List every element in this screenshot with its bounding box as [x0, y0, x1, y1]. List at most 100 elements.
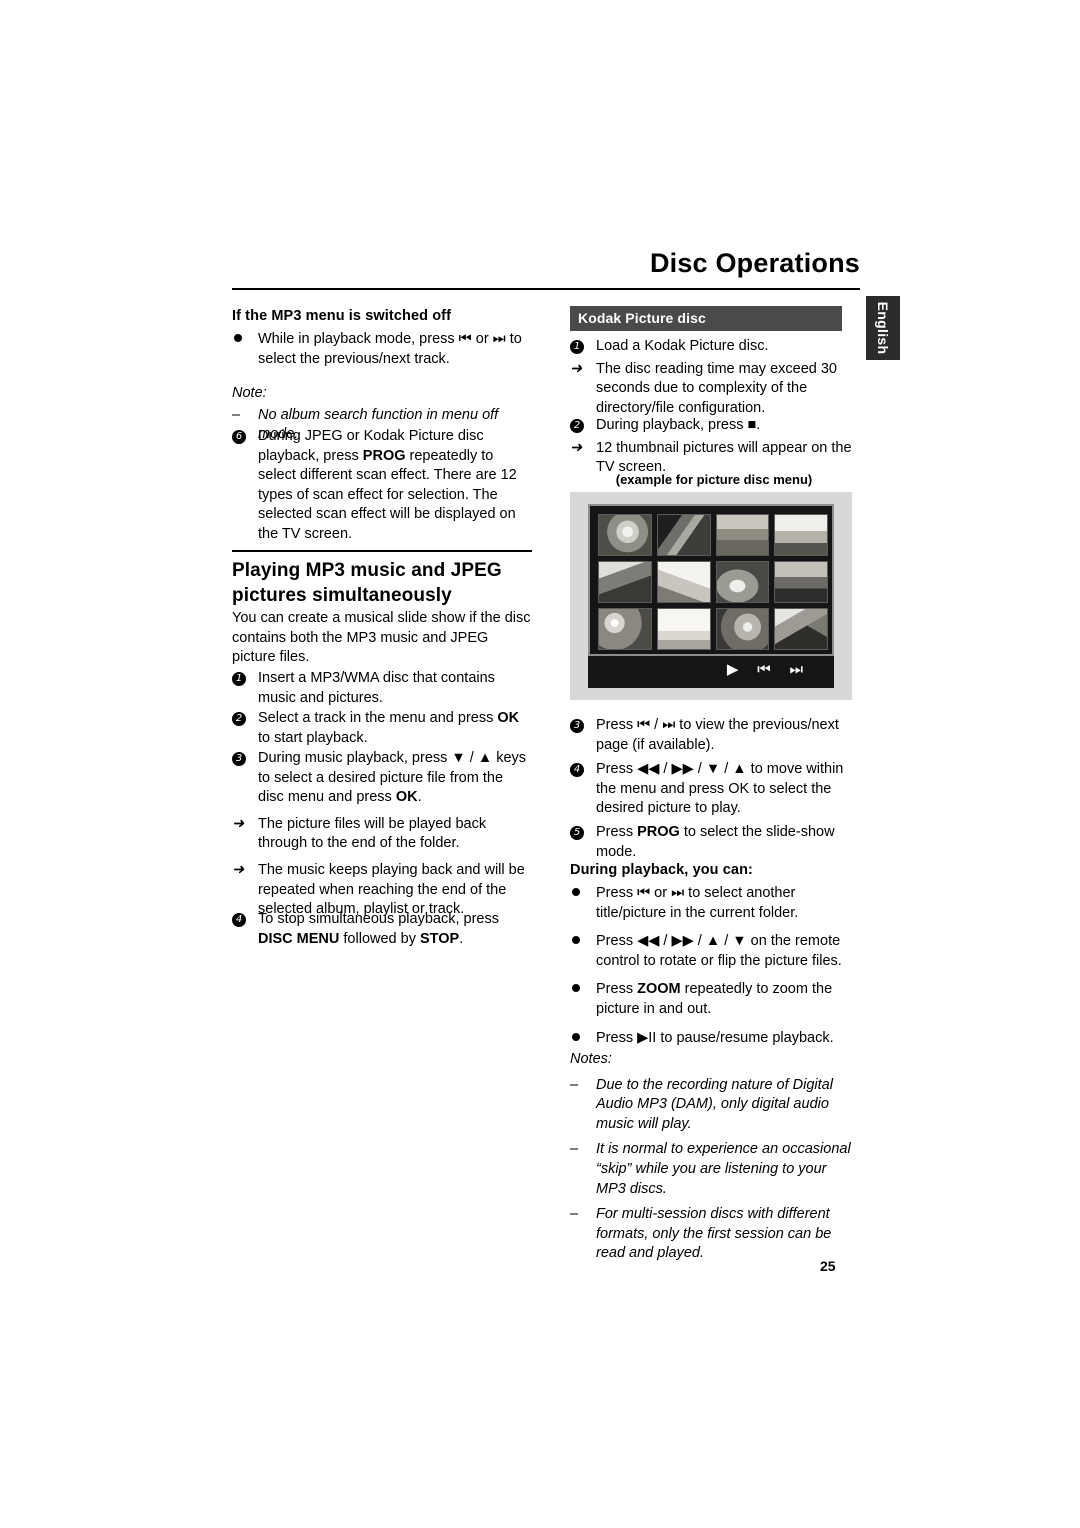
- playback-bullet-3-a: Press: [596, 981, 638, 998]
- section-heading: Playing MP3 music and JPEG pictures simu…: [232, 560, 502, 606]
- thumbnail-item: [774, 514, 828, 556]
- step-number: 4: [570, 760, 590, 780]
- note-1: Due to the recording nature of Digital A…: [596, 1076, 833, 1132]
- thumbnail-item: [598, 608, 652, 650]
- left-col-step-1: 1 Insert a MP3/WMA disc that contains mu…: [232, 669, 532, 708]
- page-number: 25: [820, 1258, 836, 1274]
- step-3-arrow-2: The music keeps playing back and will be…: [258, 861, 525, 918]
- step-3-text-a: During music playback, press ▼ / ▲ keys …: [258, 750, 527, 806]
- note-2: It is normal to experience an occasional…: [596, 1141, 851, 1197]
- right-step-4-text: Press ◀◀ / ▶▶ / ▼ / ▲ to move within the…: [596, 761, 844, 817]
- thumbnail-item: [715, 514, 770, 556]
- thumbnail-item: [774, 561, 828, 603]
- note-label: Note:: [232, 385, 267, 401]
- step-number: 2: [570, 416, 590, 436]
- step-number: 3: [570, 716, 590, 736]
- right-col-step-2: 2 During playback, press ■. ➜ 12 thumbna…: [570, 416, 858, 478]
- step-2-text-b: to start playback.: [258, 729, 368, 746]
- bullet-text: While in playback mode, press ⏮ or ⏭ to …: [258, 331, 522, 367]
- section-divider: [232, 550, 532, 552]
- thumbnail-item: [656, 514, 711, 556]
- left-col-step-4: 4 To stop simultaneous playback, press D…: [232, 910, 532, 949]
- language-side-tab: English: [866, 296, 900, 360]
- bullet-dot: [570, 932, 590, 952]
- stop-key-label: STOP: [419, 930, 460, 947]
- step-number: 6: [232, 427, 252, 447]
- thumbnail-item: [598, 561, 652, 603]
- right-col-step-3: 3 Press ⏮ / ⏭ to view the previous/next …: [570, 716, 858, 755]
- right-col-notes: Notes: – Due to the recording nature of …: [570, 1050, 858, 1264]
- picture-disc-menu-screenshot: ▶ ⏮ ⏭: [570, 492, 852, 700]
- arrow-marker: ➜: [232, 861, 245, 878]
- disc-menu-key-label: DISC MENU: [258, 930, 340, 947]
- notes-label: Notes:: [570, 1051, 612, 1067]
- step-number: 1: [570, 337, 590, 357]
- step-2-text-a: Select a track in the menu and press: [258, 710, 498, 726]
- left-col-subhead-mp3-off: If the MP3 menu is switched off: [232, 308, 452, 324]
- step-1-text: Insert a MP3/WMA disc that contains musi…: [258, 670, 495, 706]
- ok-key-label: OK: [395, 789, 418, 806]
- language-side-tab-label: English: [875, 301, 891, 355]
- bullet-dot: [570, 884, 590, 904]
- right-step-1-text: Load a Kodak Picture disc.: [596, 338, 769, 354]
- example-caption: (example for picture disc menu): [615, 472, 813, 487]
- step-number: 4: [232, 910, 252, 930]
- playback-bullet-4: Press ▶II to pause/resume playback.: [596, 1029, 834, 1046]
- playback-bullet-1: Press ⏮ or ⏭ to select another title/pic…: [596, 885, 799, 921]
- thumbnail-grid: [598, 514, 828, 650]
- document-page: Disc Operations English If the MP3 menu …: [0, 0, 1080, 1528]
- tv-screen: [588, 504, 834, 656]
- thumbnail-item: [598, 514, 652, 556]
- thumbnail-item: [656, 561, 711, 603]
- prog-key-label: PROG: [362, 447, 406, 464]
- during-playback-heading: During playback, you can:: [570, 862, 753, 878]
- bullet-dot: [232, 330, 252, 350]
- step-3-text-b: .: [417, 789, 422, 806]
- step-6-line-b: press: [323, 447, 363, 464]
- arrow-marker: ➜: [570, 439, 583, 456]
- step-number: 3: [232, 749, 252, 769]
- step-4-text-c: .: [459, 930, 464, 947]
- right-step-2-arrow: 12 thumbnail pictures will appear on the…: [596, 439, 852, 476]
- step-number: 2: [232, 709, 252, 729]
- dash-marker: –: [570, 1076, 579, 1093]
- transport-icons: ▶ ⏮ ⏭: [726, 660, 810, 678]
- title-divider: [232, 288, 860, 290]
- tv-transport-bar: ▶ ⏮ ⏭: [588, 656, 834, 688]
- section-intro: You can create a musical slide show if t…: [232, 610, 531, 666]
- step-4-text-b: followed by: [339, 930, 420, 947]
- right-step-1-arrow: The disc reading time may exceed 30 seco…: [596, 360, 837, 416]
- prog-key-label: PROG: [637, 824, 680, 840]
- step-3-arrow-1: The picture files will be played back th…: [258, 815, 487, 852]
- right-step-2-text: During playback, press ■.: [596, 417, 761, 433]
- left-col-bullet-track-select: While in playback mode, press ⏮ or ⏭ to …: [232, 330, 532, 369]
- step-number: 5: [570, 823, 590, 843]
- page-title: Disc Operations: [649, 248, 860, 278]
- dash-marker: –: [570, 1141, 579, 1158]
- thumbnail-item: [715, 561, 770, 603]
- right-step-5-text-a: Press: [596, 824, 638, 840]
- dash-marker: –: [232, 406, 241, 423]
- zoom-key-label: ZOOM: [637, 981, 681, 998]
- left-col-step-6: 6 During JPEG or Kodak Picture disc play…: [232, 427, 532, 545]
- thumbnail-item: [656, 608, 711, 650]
- bullet-dot: [570, 1029, 590, 1049]
- dash-marker: –: [570, 1206, 579, 1223]
- thumbnail-item: [774, 608, 828, 650]
- right-col-step-5: 5 Press PROG to select the slide-show mo…: [570, 823, 858, 862]
- right-col-step-1: 1 Load a Kodak Picture disc. ➜ The disc …: [570, 337, 858, 418]
- step-number: 1: [232, 669, 252, 689]
- right-col-step-4: 4 Press ◀◀ / ▶▶ / ▼ / ▲ to move within t…: [570, 760, 858, 819]
- right-step-3-text: Press ⏮ / ⏭ to view the previous/next pa…: [596, 717, 839, 753]
- arrow-marker: ➜: [232, 815, 245, 832]
- note-3: For multi-session discs with different f…: [596, 1206, 832, 1262]
- left-col-step-3: 3 During music playback, press ▼ / ▲ key…: [232, 749, 532, 920]
- during-playback-bullets: Press ⏮ or ⏭ to select another title/pic…: [570, 880, 858, 1048]
- thumbnail-item: [715, 608, 770, 650]
- bullet-dot: [570, 980, 590, 1000]
- step-4-text-a: To stop simultaneous playback, press: [258, 911, 499, 927]
- playback-bullet-2: Press ◀◀ / ▶▶ / ▲ / ▼ on the remote cont…: [596, 933, 842, 969]
- ok-key-label: OK: [497, 710, 520, 726]
- left-col-step-2: 2 Select a track in the menu and press O…: [232, 709, 532, 748]
- arrow-marker: ➜: [570, 360, 583, 377]
